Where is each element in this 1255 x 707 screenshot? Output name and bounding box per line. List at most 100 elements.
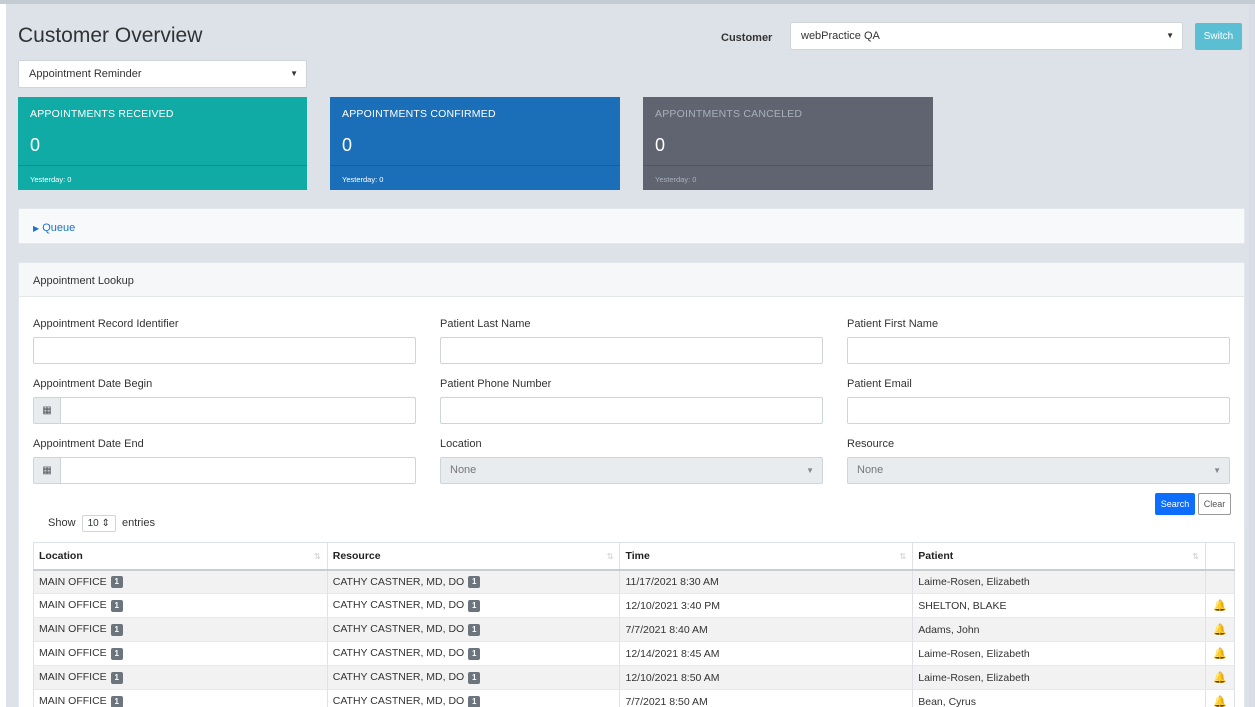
column-header-time[interactable]: Time ⇅ <box>619 542 914 571</box>
column-header-label: Resource <box>332 549 381 562</box>
count-badge: 1 <box>468 623 481 636</box>
appointments-table: Location ⇅ Resource ⇅ Time ⇅ Patient ⇅ MAIN … <box>33 542 1236 707</box>
location-text: MAIN OFFICE <box>39 623 107 636</box>
entries-select[interactable]: 10 ⇕ <box>81 515 116 532</box>
cell-resource: CATHY CASTNER, MD, DO 1 <box>326 665 621 690</box>
switch-button[interactable]: Switch <box>1195 23 1242 50</box>
cell-patient: Laime-Rosen, Elizabeth <box>912 665 1206 690</box>
date-begin-label: Appointment Date Begin <box>33 378 153 390</box>
location-select-value: None <box>450 464 477 476</box>
bell-icon[interactable]: 🔔 <box>1204 689 1236 707</box>
resource-text: CATHY CASTNER, MD, DO <box>332 575 465 588</box>
resource-label: Resource <box>847 438 895 450</box>
column-header-label: Patient <box>918 549 954 562</box>
clear-button[interactable]: Clear <box>1198 493 1231 515</box>
table-row[interactable]: MAIN OFFICE 1 CATHY CASTNER, MD, DO 1 11/17/… <box>33 569 1236 594</box>
column-header-label: Location <box>39 549 83 562</box>
bell-icon[interactable]: 🔔 <box>1204 665 1236 690</box>
count-badge: 1 <box>110 599 123 612</box>
cell-location: MAIN OFFICE 1 <box>33 689 328 707</box>
entries-value: 10 <box>87 518 99 529</box>
resource-text: CATHY CASTNER, MD, DO <box>332 671 465 684</box>
cell-time: 7/7/2021 8:40 AM <box>619 617 914 642</box>
page-content: Customer Overview Customer webPractice Q… <box>6 4 1249 707</box>
cell-patient: Laime-Rosen, Elizabeth <box>912 569 1206 594</box>
cell-patient: Adams, John <box>912 617 1206 642</box>
table-row[interactable]: MAIN OFFICE 1 CATHY CASTNER, MD, DO 1 12/14/… <box>33 641 1236 666</box>
customer-label: Customer <box>721 32 773 44</box>
resource-text: CATHY CASTNER, MD, DO <box>332 647 465 660</box>
mode-select[interactable]: Appointment Reminder ▼ <box>18 60 307 88</box>
cell-location: MAIN OFFICE 1 <box>33 617 328 642</box>
resource-text: CATHY CASTNER, MD, DO <box>332 695 465 707</box>
customer-select-value: webPractice QA <box>801 30 880 42</box>
tile-appointments-received: APPOINTMENTS RECEIVED 0 Yesterday: 0 <box>18 97 307 190</box>
column-header-actions <box>1204 542 1236 571</box>
bell-icon[interactable]: 🔔 <box>1204 593 1236 618</box>
cell-time: 12/10/2021 3:40 PM <box>619 593 914 618</box>
column-header-resource[interactable]: Resource ⇅ <box>326 542 621 571</box>
tile-divider <box>330 165 620 166</box>
cell-location: MAIN OFFICE 1 <box>33 665 328 690</box>
cell-resource: CATHY CASTNER, MD, DO 1 <box>326 641 621 666</box>
email-label: Patient Email <box>847 378 912 390</box>
tile-footer: Yesterday: 0 <box>30 175 72 184</box>
record-id-input[interactable] <box>33 337 416 364</box>
location-text: MAIN OFFICE <box>39 647 107 660</box>
tile-footer: Yesterday: 0 <box>655 175 697 184</box>
cell-resource: CATHY CASTNER, MD, DO 1 <box>326 593 621 618</box>
count-badge: 1 <box>468 671 481 684</box>
cell-patient: Laime-Rosen, Elizabeth <box>912 641 1206 666</box>
chevron-down-icon: ▼ <box>290 69 298 78</box>
table-row[interactable]: MAIN OFFICE 1 CATHY CASTNER, MD, DO 1 7/7/20… <box>33 617 1236 642</box>
date-end-label: Appointment Date End <box>33 438 144 450</box>
bell-icon[interactable] <box>1204 569 1236 594</box>
resource-select[interactable]: None ▼ <box>847 457 1230 484</box>
last-name-input[interactable] <box>440 337 823 364</box>
email-input[interactable] <box>847 397 1230 424</box>
caret-right-icon: ▶ <box>33 224 40 233</box>
date-begin-input[interactable]: ▦ <box>33 397 416 424</box>
last-name-label: Patient Last Name <box>440 318 531 330</box>
column-header-label: Time <box>625 549 650 562</box>
tile-divider <box>643 165 933 166</box>
lookup-title: Appointment Lookup <box>19 263 1244 297</box>
customer-select[interactable]: webPractice QA ▼ <box>790 22 1183 50</box>
cell-resource: CATHY CASTNER, MD, DO 1 <box>326 617 621 642</box>
sort-icon: ⇅ <box>1192 552 1199 561</box>
date-end-input[interactable]: ▦ <box>33 457 416 484</box>
cell-location: MAIN OFFICE 1 <box>33 569 328 594</box>
table-row[interactable]: MAIN OFFICE 1 CATHY CASTNER, MD, DO 1 12/10/… <box>33 593 1236 618</box>
record-id-label: Appointment Record Identifier <box>33 318 179 330</box>
phone-input[interactable] <box>440 397 823 424</box>
first-name-label: Patient First Name <box>847 318 939 330</box>
tile-appointments-confirmed: APPOINTMENTS CONFIRMED 0 Yesterday: 0 <box>330 97 620 190</box>
cell-time: 12/10/2021 8:50 AM <box>619 665 914 690</box>
chevron-down-icon: ▼ <box>806 466 814 475</box>
location-text: MAIN OFFICE <box>39 695 107 707</box>
sort-icon: ⇅ <box>314 552 321 561</box>
location-select[interactable]: None ▼ <box>440 457 823 484</box>
search-button[interactable]: Search <box>1155 493 1195 515</box>
calendar-icon[interactable]: ▦ <box>34 458 61 483</box>
calendar-icon[interactable]: ▦ <box>34 398 61 423</box>
bell-icon[interactable]: 🔔 <box>1204 641 1236 666</box>
table-row[interactable]: MAIN OFFICE 1 CATHY CASTNER, MD, DO 1 12/10/… <box>33 665 1236 690</box>
sort-icon: ⇅ <box>899 552 907 561</box>
table-row[interactable]: MAIN OFFICE 1 CATHY CASTNER, MD, DO 1 7/7/20… <box>33 689 1236 707</box>
tile-label: APPOINTMENTS CANCELED <box>655 108 803 120</box>
count-badge: 1 <box>468 647 481 660</box>
location-text: MAIN OFFICE <box>39 575 107 588</box>
cell-resource: CATHY CASTNER, MD, DO 1 <box>326 569 621 594</box>
queue-toggle[interactable]: ▶ Queue <box>33 222 75 234</box>
location-text: MAIN OFFICE <box>39 671 107 684</box>
bell-icon[interactable]: 🔔 <box>1204 617 1236 642</box>
first-name-input[interactable] <box>847 337 1230 364</box>
column-header-location[interactable]: Location ⇅ <box>33 542 328 571</box>
chevron-down-icon: ▼ <box>1213 466 1221 475</box>
count-badge: 1 <box>468 599 481 612</box>
column-header-patient[interactable]: Patient ⇅ <box>912 542 1206 571</box>
count-badge: 1 <box>110 671 123 684</box>
tile-appointments-canceled: APPOINTMENTS CANCELED 0 Yesterday: 0 <box>643 97 933 190</box>
queue-panel: ▶ Queue <box>18 208 1245 244</box>
